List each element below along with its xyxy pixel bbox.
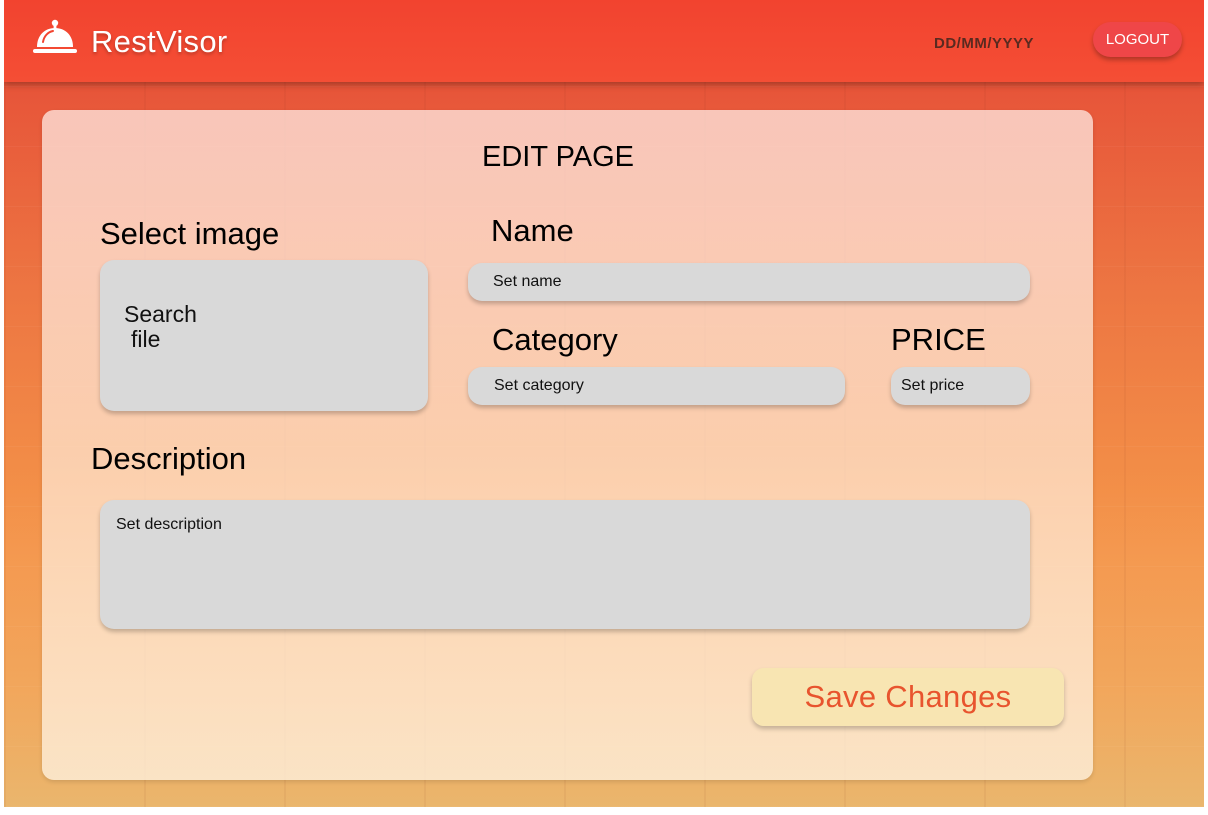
category-label: Category: [492, 322, 618, 357]
app-frame: RestVisor DD/MM/YYYY LOGOUT EDIT PAGE Se…: [4, 0, 1204, 807]
date-display: DD/MM/YYYY: [934, 35, 1035, 52]
cloche-icon: [33, 19, 77, 53]
save-changes-button[interactable]: Save Changes: [752, 668, 1064, 726]
description-label: Description: [91, 441, 247, 476]
price-input[interactable]: [891, 367, 1030, 405]
category-input[interactable]: [468, 367, 845, 405]
file-picker-line2: file: [131, 326, 161, 352]
file-picker-line1: Search: [124, 301, 197, 327]
page-title: EDIT PAGE: [482, 141, 635, 173]
logout-button[interactable]: LOGOUT: [1093, 22, 1182, 57]
select-image-label: Select image: [100, 216, 280, 251]
name-input[interactable]: [468, 263, 1030, 301]
name-label: Name: [491, 213, 574, 248]
file-picker[interactable]: Search file: [100, 260, 428, 411]
description-textarea[interactable]: [100, 500, 1030, 629]
top-bar: RestVisor DD/MM/YYYY LOGOUT: [4, 0, 1204, 82]
file-picker-text: Search file: [124, 302, 197, 352]
brand-name: RestVisor: [91, 24, 228, 59]
price-label: PRICE: [891, 322, 986, 357]
edit-panel: EDIT PAGE Select image Search file Name …: [42, 110, 1093, 780]
